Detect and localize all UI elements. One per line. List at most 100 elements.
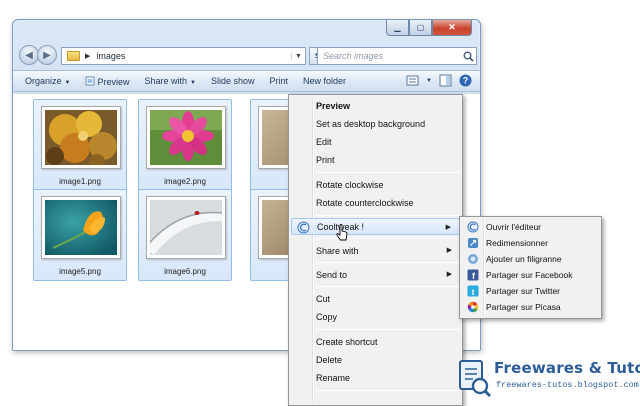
file-name: image6.png — [164, 267, 206, 276]
change-view-icon[interactable] — [406, 74, 419, 87]
submenu-item-open-editor[interactable]: Ouvrir l'éditeur — [462, 219, 599, 235]
menu-item-set-desktop-background[interactable]: Set as desktop background — [291, 115, 460, 132]
file-item[interactable]: image5.png — [33, 189, 127, 281]
menu-item-copy[interactable]: Copy — [291, 308, 460, 325]
file-item[interactable]: image1.png — [33, 99, 127, 191]
file-name: image5.png — [59, 267, 101, 276]
share-with-label: Share with — [144, 76, 188, 86]
watermark: Freewares & Tutos freewares-tutos.blogsp… — [458, 356, 640, 404]
menu-separator — [316, 390, 460, 391]
breadcrumb-chevron-icon: ▶ — [85, 53, 91, 60]
close-button[interactable]: ✕ — [432, 20, 472, 36]
watermark-url: freewares-tutos.blogspot.com — [496, 380, 639, 390]
thumbnail-frame — [146, 196, 226, 259]
preview-label: Preview — [97, 76, 130, 87]
help-icon[interactable]: ? — [459, 74, 472, 87]
menu-item-cut[interactable]: Cut — [291, 290, 460, 307]
chevron-down-icon: ▼ — [64, 80, 71, 86]
chevron-down-icon: ▼ — [190, 80, 196, 86]
menu-item-rename[interactable]: Rename — [291, 369, 460, 386]
cooltweak-icon — [467, 221, 479, 233]
view-tools: ▼ ? — [406, 74, 472, 87]
forward-button[interactable]: ▶ — [37, 45, 57, 65]
submenu-arrow-icon: ▶ — [446, 271, 452, 278]
mouse-pointer-icon — [336, 224, 348, 241]
file-name: image2.png — [164, 177, 206, 186]
submenu-arrow-icon: ▶ — [445, 224, 451, 231]
submenu-item-label: Ouvrir l'éditeur — [486, 222, 542, 232]
file-item[interactable]: image6.png — [138, 189, 232, 281]
watermark-icon — [468, 254, 478, 264]
picasa-icon — [467, 301, 479, 313]
preview-icon — [85, 76, 95, 85]
resize-icon — [468, 238, 478, 248]
submenu-arrow-icon: ▶ — [446, 247, 452, 254]
submenu-item-label: Ajouter un filigranne — [486, 254, 562, 264]
thumbnail-frame — [41, 106, 121, 169]
submenu-item-label: Redimensionner — [486, 238, 548, 248]
menu-item-delete[interactable]: Delete — [291, 351, 460, 368]
menu-item-label: Share with — [316, 245, 359, 256]
thumbnail-frame — [146, 106, 226, 169]
menu-separator — [316, 286, 460, 287]
menu-item-preview[interactable]: Preview — [291, 97, 460, 114]
ladybug-thumbnail — [150, 200, 222, 255]
address-bar[interactable]: ▶ images ▼ — [61, 47, 306, 65]
command-bar: Organize ▼ Preview Share with ▼ Slide show… — [13, 70, 480, 92]
submenu-item-label: Partager sur Twitter — [486, 286, 561, 296]
preview-pane-icon[interactable] — [439, 74, 452, 87]
context-menu: Preview Set as desktop background Edit P… — [288, 94, 463, 406]
submenu-item-share-picasa[interactable]: Partager sur Picasa — [462, 299, 599, 315]
submenu-item-share-twitter[interactable]: t Partager sur Twitter — [462, 283, 599, 299]
file-name: image1.png — [59, 177, 101, 186]
menu-item-rotate-counterclockwise[interactable]: Rotate counterclockwise — [291, 194, 460, 211]
menu-item-label: Send to — [316, 269, 348, 280]
submenu-item-add-watermark[interactable]: Ajouter un filigranne — [462, 251, 599, 267]
slide-show-button[interactable]: Slide show — [211, 76, 255, 86]
submenu-item-resize[interactable]: Redimensionner — [462, 235, 599, 251]
submenu-item-label: Partager sur Facebook — [486, 270, 573, 280]
organize-label: Organize — [25, 76, 62, 86]
caption-buttons: ▁ ▢ ✕ — [386, 20, 472, 37]
facebook-icon: f — [467, 269, 479, 281]
menu-item-create-shortcut[interactable]: Create shortcut — [291, 333, 460, 350]
yellow-flower-thumbnail — [45, 200, 117, 255]
beige-photo-thumbnail — [262, 200, 290, 255]
menu-item-share-with[interactable]: Share with ▶ — [291, 242, 460, 259]
share-with-button[interactable]: Share with ▼ — [145, 76, 196, 86]
svg-text:?: ? — [463, 76, 469, 86]
submenu-item-share-facebook[interactable]: f Partager sur Facebook — [462, 267, 599, 283]
autumn-leaves-thumbnail — [45, 110, 117, 165]
print-button[interactable]: Print — [270, 76, 289, 86]
preview-button[interactable]: Preview — [85, 76, 130, 87]
cooltweak-icon — [297, 221, 310, 234]
new-folder-button[interactable]: New folder — [303, 76, 346, 86]
submenu-item-label: Partager sur Picasa — [486, 302, 561, 312]
beige-photo-thumbnail — [262, 110, 290, 165]
watermark-title: Freewares & Tutos — [494, 359, 640, 377]
twitter-icon: t — [467, 285, 479, 297]
maximize-button[interactable]: ▢ — [409, 20, 432, 36]
address-path: images — [96, 51, 126, 61]
file-item[interactable]: image2.png — [138, 99, 232, 191]
search-input[interactable]: Search images — [317, 47, 477, 65]
menu-item-cooltweak[interactable]: Cooltweak ! ▶ — [291, 218, 460, 235]
minimize-button[interactable]: ▁ — [386, 20, 409, 36]
back-button[interactable]: ◀ — [19, 45, 39, 65]
search-icon[interactable] — [460, 48, 476, 64]
organize-button[interactable]: Organize ▼ — [25, 76, 70, 86]
menu-separator — [316, 172, 460, 173]
search-placeholder: Search images — [323, 51, 384, 61]
freewares-tutos-logo-icon — [459, 360, 492, 398]
pink-flower-thumbnail — [150, 110, 222, 165]
navigation-row: ◀ ▶ ▶ images ▼ ⇆ Search images — [19, 45, 477, 67]
menu-item-edit[interactable]: Edit — [291, 133, 460, 150]
menu-separator — [316, 215, 460, 216]
address-dropdown-icon[interactable]: ▼ — [291, 52, 305, 60]
menu-item-print[interactable]: Print — [291, 151, 460, 168]
menu-item-send-to[interactable]: Send to ▶ — [291, 266, 460, 283]
cooltweak-submenu: Ouvrir l'éditeur Redimensionner Ajouter … — [459, 216, 602, 319]
thumbnail-frame — [41, 196, 121, 259]
view-dropdown-icon[interactable]: ▼ — [426, 78, 432, 84]
menu-item-rotate-clockwise[interactable]: Rotate clockwise — [291, 176, 460, 193]
